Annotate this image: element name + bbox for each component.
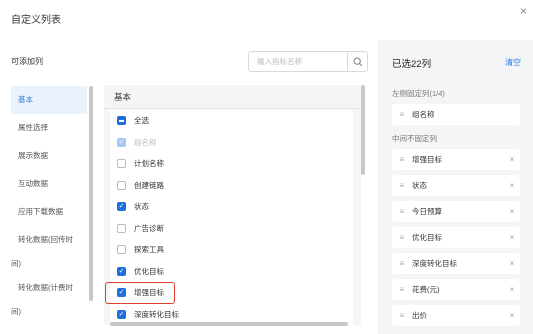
column-option-label: 创建链路	[134, 180, 164, 190]
category-conversion-billing[interactable]: 转化数据(计费时	[11, 274, 87, 302]
category-display-data[interactable]: 展示数据	[11, 142, 87, 170]
checkbox[interactable]	[117, 180, 126, 190]
selected-column-item[interactable]: ≡ 增强目标 ×	[392, 149, 520, 170]
checkbox[interactable]: ✓	[117, 202, 126, 212]
column-list-panel: 基本 全选 ✓ 组名称计划名称创建链路 ✓ 状态广告诊断探索工具 ✓ 优化目标 ✓ 增强目标 ✓ 深…	[104, 85, 361, 325]
clear-button[interactable]: 清空	[505, 57, 521, 68]
remove-icon[interactable]: ×	[504, 259, 520, 268]
selected-column-item[interactable]: ≡ 状态 ×	[392, 175, 520, 196]
drag-handle-icon[interactable]: ≡	[392, 155, 412, 164]
column-option-label: 探索工具	[134, 245, 164, 255]
category-app-download-data[interactable]: 应用下载数据	[11, 198, 87, 226]
drag-handle-icon[interactable]: ≡	[392, 311, 412, 320]
selected-column-item[interactable]: ≡ 出价 ×	[392, 305, 520, 326]
checkbox[interactable]	[117, 159, 126, 169]
remove-icon[interactable]: ×	[504, 155, 520, 164]
category-conversion-billing-cont[interactable]: 间)	[11, 302, 87, 322]
selected-column-label: 状态	[412, 181, 427, 190]
list-scrollbar-thumb[interactable]	[361, 85, 365, 175]
remove-icon[interactable]: ×	[504, 285, 520, 294]
selected-column-label: 增强目标	[412, 155, 442, 164]
selected-column-item[interactable]: ≡ 花费(元) ×	[392, 279, 520, 300]
column-option[interactable]: 广告诊断	[110, 218, 353, 240]
checkbox[interactable]: ✓	[117, 266, 126, 276]
custom-columns-dialog: 自定义列表 × 可添加列 基本 属性选择 展示数据 互动数据 应用下载数据 转化…	[0, 0, 533, 334]
selected-column-item[interactable]: ≡ 优化目标 ×	[392, 227, 520, 248]
fixed-columns-label: 左侧固定列(1/4)	[392, 89, 445, 98]
checkbox[interactable]	[117, 245, 126, 255]
search-box	[248, 51, 368, 72]
category-basic[interactable]: 基本	[11, 86, 87, 114]
checkbox[interactable]	[117, 223, 126, 233]
selected-column-item[interactable]: ≡ 深度转化目标 ×	[392, 253, 520, 274]
remove-icon[interactable]: ×	[504, 181, 520, 190]
category-conversion-callback[interactable]: 转化数据(回传时	[11, 226, 87, 254]
selected-columns-panel: 已选22列 清空 左侧固定列(1/4) ≡ 组名称 中间不固定列 ≡ 增强目标 × ≡ 状…	[378, 40, 533, 334]
category-nav: 基本 属性选择 展示数据 互动数据 应用下载数据 转化数据(回传时 间) 转化数…	[11, 86, 87, 322]
checkbox[interactable]	[117, 116, 126, 126]
remove-icon[interactable]: ×	[504, 233, 520, 242]
column-option-label: 增强目标	[134, 288, 164, 298]
column-option-label: 广告诊断	[134, 223, 164, 233]
search-input[interactable]	[249, 52, 347, 71]
drag-handle-icon[interactable]: ≡	[392, 233, 412, 242]
selected-column-label: 优化目标	[412, 233, 442, 242]
column-option: ✓ 组名称	[110, 132, 353, 154]
column-option[interactable]: ✓ 优化目标	[110, 261, 353, 283]
column-option[interactable]: 全选	[110, 110, 353, 132]
selected-column-label: 花费(元)	[412, 285, 440, 294]
search-button[interactable]	[347, 52, 367, 71]
checkbox: ✓	[117, 137, 126, 147]
drag-handle-icon[interactable]: ≡	[392, 110, 412, 119]
selected-column-label: 出价	[412, 311, 427, 320]
checkbox[interactable]: ✓	[117, 288, 126, 298]
category-interaction-data[interactable]: 互动数据	[11, 170, 87, 198]
list-scrollbar[interactable]	[361, 85, 365, 325]
remove-icon[interactable]: ×	[504, 311, 520, 320]
dialog-title: 自定义列表	[11, 15, 61, 26]
drag-handle-icon[interactable]: ≡	[392, 207, 412, 216]
category-scrollbar[interactable]	[89, 86, 93, 301]
category-conversion-callback-cont[interactable]: 间)	[11, 254, 87, 274]
column-option-label: 全选	[134, 116, 149, 126]
column-checkbox-list: 全选 ✓ 组名称计划名称创建链路 ✓ 状态广告诊断探索工具 ✓ 优化目标 ✓ 增强目标 ✓ 深度转化…	[110, 110, 353, 325]
column-option-label: 组名称	[134, 137, 157, 147]
unfixed-columns-label: 中间不固定列	[392, 134, 437, 143]
column-option[interactable]: 创建链路	[110, 175, 353, 197]
column-option[interactable]: ✓ 增强目标	[110, 282, 353, 304]
selected-column-label: 组名称	[412, 110, 435, 119]
column-option-label: 状态	[134, 202, 149, 212]
drag-handle-icon[interactable]: ≡	[392, 285, 412, 294]
list-horizontal-scrollbar[interactable]	[110, 322, 348, 326]
close-icon[interactable]: ×	[520, 4, 527, 18]
drag-handle-icon[interactable]: ≡	[392, 181, 412, 190]
column-option-label: 优化目标	[134, 266, 164, 276]
selected-count-title: 已选22列	[392, 59, 432, 70]
remove-icon[interactable]: ×	[504, 207, 520, 216]
column-option-label: 计划名称	[134, 159, 164, 169]
category-attribute[interactable]: 属性选择	[11, 114, 87, 142]
selected-column-label: 深度转化目标	[412, 259, 457, 268]
search-icon	[353, 57, 362, 66]
selected-column-item[interactable]: ≡ 今日预算 ×	[392, 201, 520, 222]
column-option[interactable]: 计划名称	[110, 153, 353, 175]
column-option[interactable]: ✓ 状态	[110, 196, 353, 218]
checkbox[interactable]: ✓	[117, 309, 126, 319]
selected-column-label: 今日预算	[412, 207, 442, 216]
list-section-header: 基本	[104, 85, 361, 109]
column-option[interactable]: 探索工具	[110, 239, 353, 261]
drag-handle-icon[interactable]: ≡	[392, 259, 412, 268]
column-option-label: 深度转化目标	[134, 309, 179, 319]
available-columns-label: 可添加列	[11, 57, 43, 66]
selected-column-item[interactable]: ≡ 组名称	[392, 104, 520, 125]
